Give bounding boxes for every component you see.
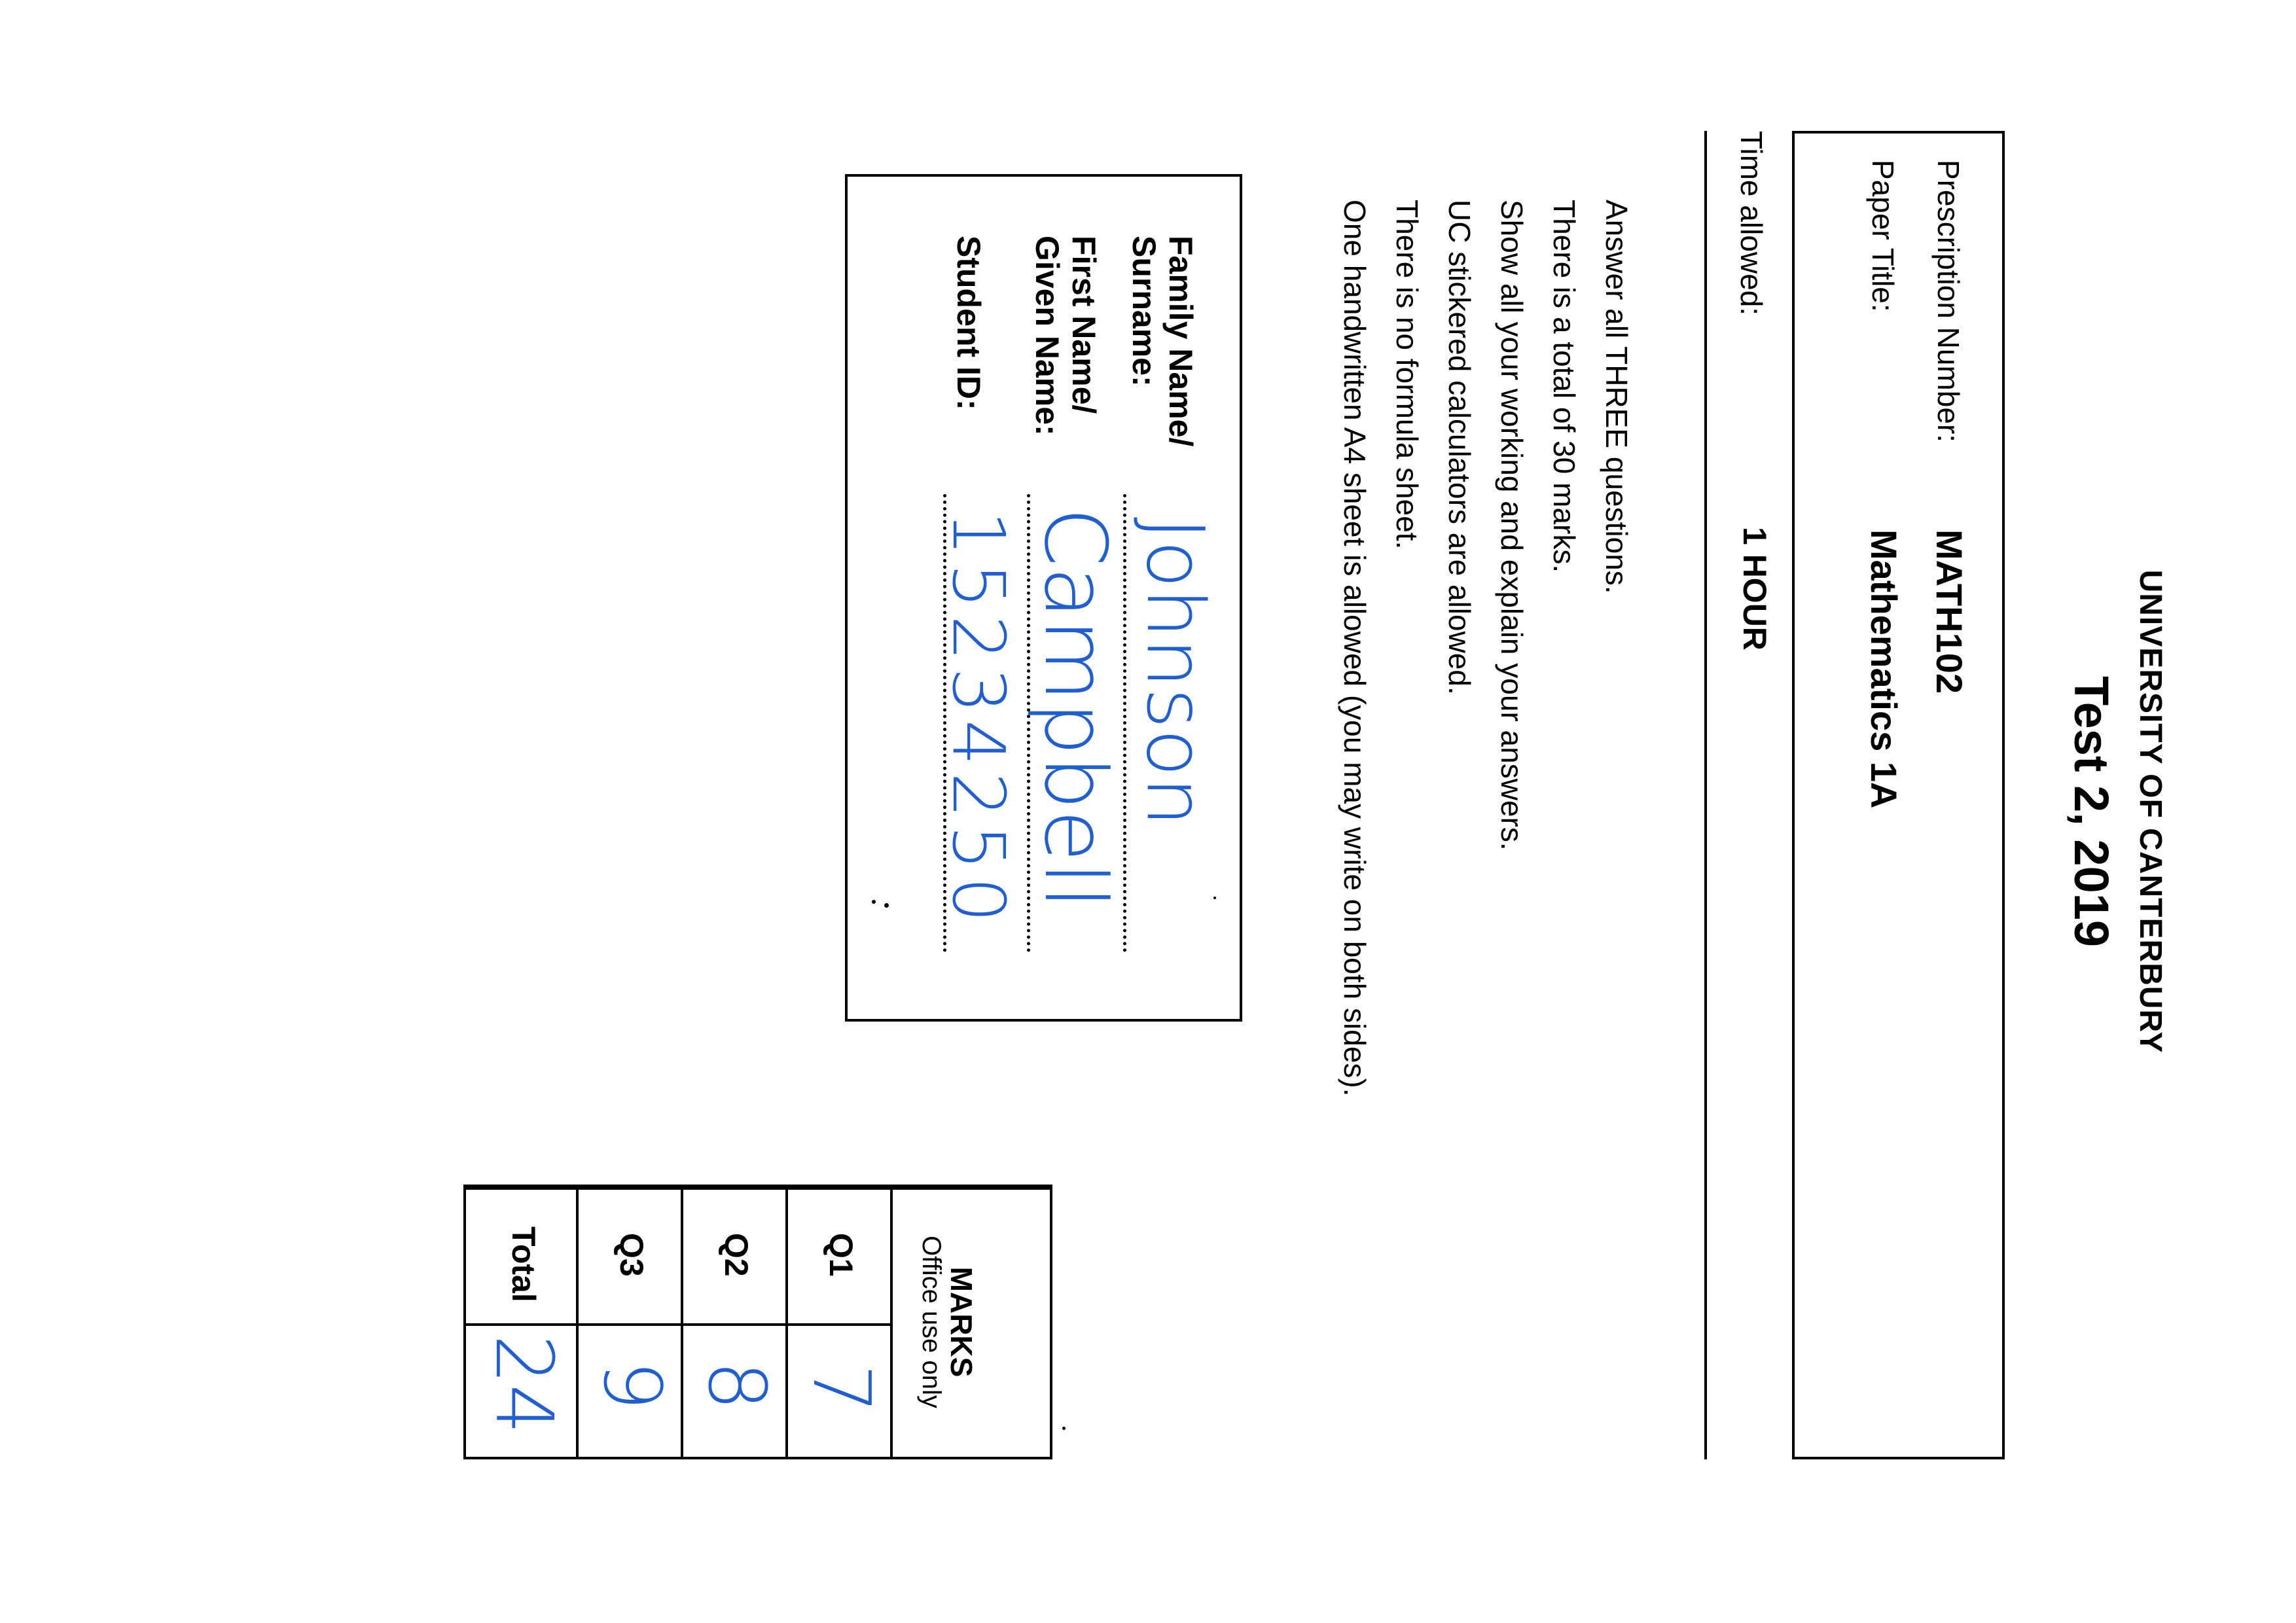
student-details-box: Family Name/ Surname: Johnson First Name… bbox=[845, 174, 1242, 1022]
prescription-number-label: Prescription Number: bbox=[1931, 160, 1965, 443]
paper-speck bbox=[1062, 1427, 1066, 1430]
marks-divider bbox=[576, 1187, 579, 1457]
marks-row-value-total: 24 bbox=[478, 1334, 569, 1435]
instruction-item: UC stickered calculators are allowed. bbox=[1443, 200, 1477, 695]
marks-divider bbox=[785, 1187, 788, 1457]
family-name-label: Family Name/ Surname: bbox=[1126, 236, 1199, 447]
marks-title: MARKS bbox=[944, 1266, 978, 1378]
marks-row-label-q1: Q1 bbox=[823, 1233, 859, 1277]
course-info-box: Prescription Number: MATH102 Paper Title… bbox=[1792, 131, 2005, 1459]
first-name-handwritten: Campbell bbox=[1026, 507, 1125, 910]
instruction-item: One handwritten A4 sheet is allowed (you… bbox=[1338, 200, 1372, 1097]
marks-row-label-q3: Q3 bbox=[613, 1233, 650, 1277]
marks-row-value-q3: 9 bbox=[586, 1361, 677, 1411]
paper-title-value: Mathematics 1A bbox=[1863, 529, 1905, 809]
paper-speck bbox=[1213, 897, 1216, 899]
marks-row-value-q1: 7 bbox=[795, 1364, 886, 1414]
instruction-item: There is a total of 30 marks. bbox=[1547, 200, 1581, 573]
test-title: Test 2, 2019 bbox=[2064, 675, 2119, 948]
marks-row-label-q2: Q2 bbox=[718, 1233, 755, 1277]
divider-line bbox=[1704, 131, 1707, 1459]
instruction-item: Answer all THREE questions. bbox=[1600, 200, 1634, 594]
paper-speck bbox=[884, 903, 889, 908]
student-id-handwritten: 15234250 bbox=[937, 510, 1020, 929]
time-allowed-label: Time allowed: bbox=[1734, 131, 1768, 316]
prescription-number-value: MATH102 bbox=[1929, 529, 1970, 694]
marks-row-value-q2: 8 bbox=[691, 1361, 781, 1411]
marks-divider bbox=[466, 1323, 893, 1326]
exam-cover-page: UNIVERSITY OF CANTERBURY Test 2, 2019 Pr… bbox=[0, 0, 2296, 1623]
marks-row-label-total: Total bbox=[505, 1226, 542, 1302]
paper-speck bbox=[872, 900, 876, 904]
time-allowed-value: 1 HOUR bbox=[1736, 527, 1773, 651]
family-name-handwritten: Johnson bbox=[1129, 517, 1220, 827]
paper-title-label: Paper Title: bbox=[1866, 160, 1900, 312]
marks-divider bbox=[681, 1187, 683, 1457]
student-id-label: Student ID: bbox=[950, 236, 987, 410]
marks-divider bbox=[466, 1187, 1050, 1190]
marks-subtitle: Office use only bbox=[917, 1236, 946, 1408]
instruction-item: There is no formula sheet. bbox=[1390, 200, 1424, 550]
marks-table: MARKS Office use only Q1 7 Q2 8 Q3 9 Tot… bbox=[463, 1185, 1052, 1459]
marks-header: MARKS Office use only bbox=[916, 1187, 1050, 1457]
instruction-item: Show all your working and explain your a… bbox=[1495, 200, 1529, 851]
institution-name: UNIVERSITY OF CANTERBURY bbox=[2133, 569, 2168, 1054]
marks-divider bbox=[890, 1187, 893, 1457]
first-name-label: First Name/ Given Name: bbox=[1029, 236, 1102, 436]
